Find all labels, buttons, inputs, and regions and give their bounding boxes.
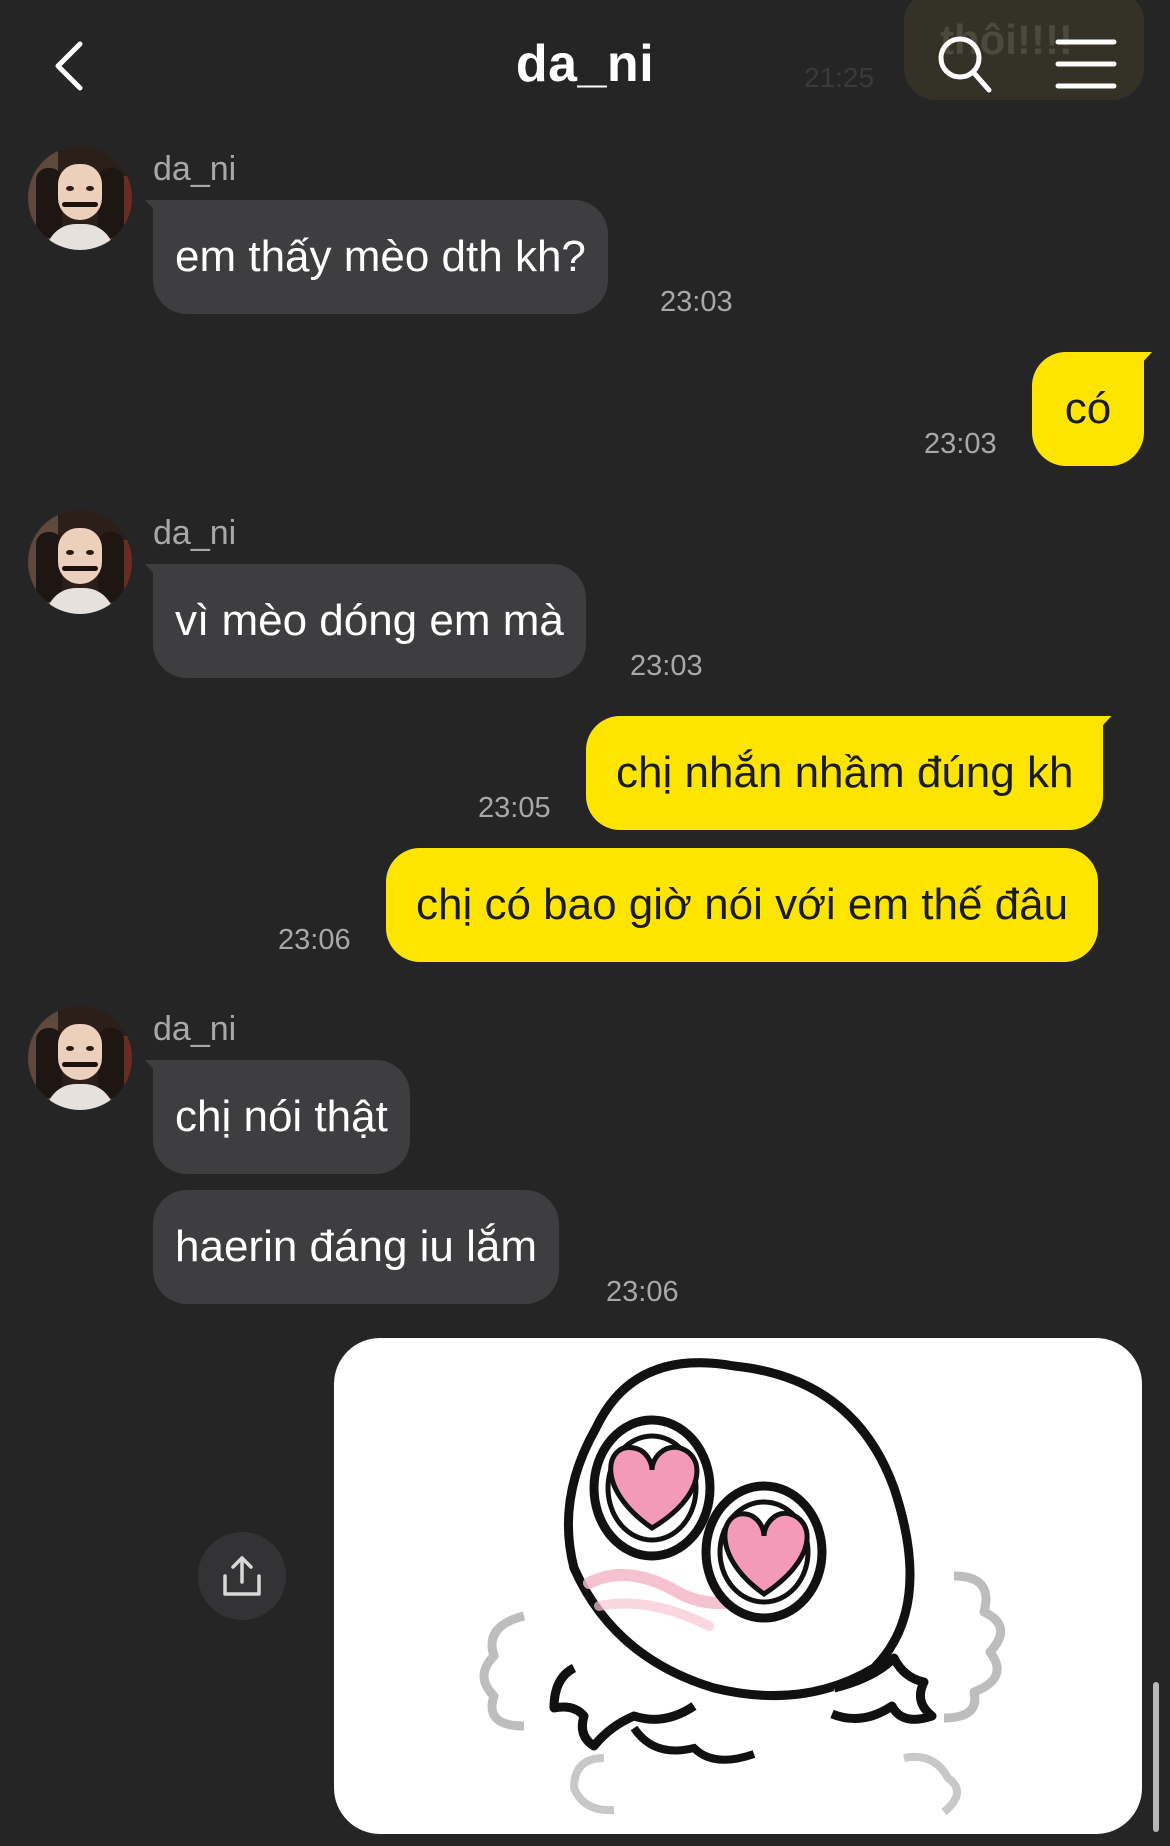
chat-screen: thôi!!!! 21:25 da_ni da_ni em thấy mèo d…	[0, 0, 1170, 1846]
message-time: 23:03	[630, 650, 703, 682]
message-time: 23:03	[924, 428, 997, 460]
sender-avatar[interactable]	[28, 146, 132, 250]
outgoing-message-bubble[interactable]: chị nhắn nhầm đúng kh	[586, 716, 1104, 830]
outgoing-message-bubble[interactable]: có	[1032, 352, 1144, 466]
sender-name: da_ni	[153, 514, 237, 552]
search-icon	[938, 36, 992, 93]
share-upload-icon	[223, 1556, 261, 1596]
sender-name: da_ni	[153, 1010, 237, 1048]
incoming-message-bubble[interactable]: haerin đáng iu lắm	[153, 1190, 560, 1304]
sender-avatar[interactable]	[28, 510, 132, 614]
scroll-indicator[interactable]	[1153, 1682, 1159, 1832]
hamburger-menu-icon	[1055, 39, 1117, 89]
sender-name: da_ni	[153, 150, 237, 188]
sender-avatar[interactable]	[28, 1006, 132, 1110]
sticker-message[interactable]	[334, 1338, 1142, 1834]
incoming-message-bubble[interactable]: chị nói thật	[153, 1060, 410, 1174]
incoming-message-bubble[interactable]: vì mèo dóng em mà	[153, 564, 586, 678]
heart-eyes-blob-sticker	[479, 1358, 1005, 1816]
share-button[interactable]	[198, 1532, 286, 1620]
message-time: 23:05	[478, 792, 551, 824]
message-time: 23:06	[606, 1276, 679, 1308]
outgoing-message-bubble[interactable]: chị có bao giờ nói với em thế đâu	[386, 848, 1099, 962]
message-time: 23:03	[660, 286, 733, 318]
search-button[interactable]	[934, 30, 996, 98]
message-time: 23:06	[278, 924, 351, 956]
menu-button[interactable]	[1054, 36, 1118, 92]
incoming-message-bubble[interactable]: em thấy mèo dth kh?	[153, 200, 608, 314]
chat-header: thôi!!!! 21:25 da_ni	[0, 0, 1170, 130]
